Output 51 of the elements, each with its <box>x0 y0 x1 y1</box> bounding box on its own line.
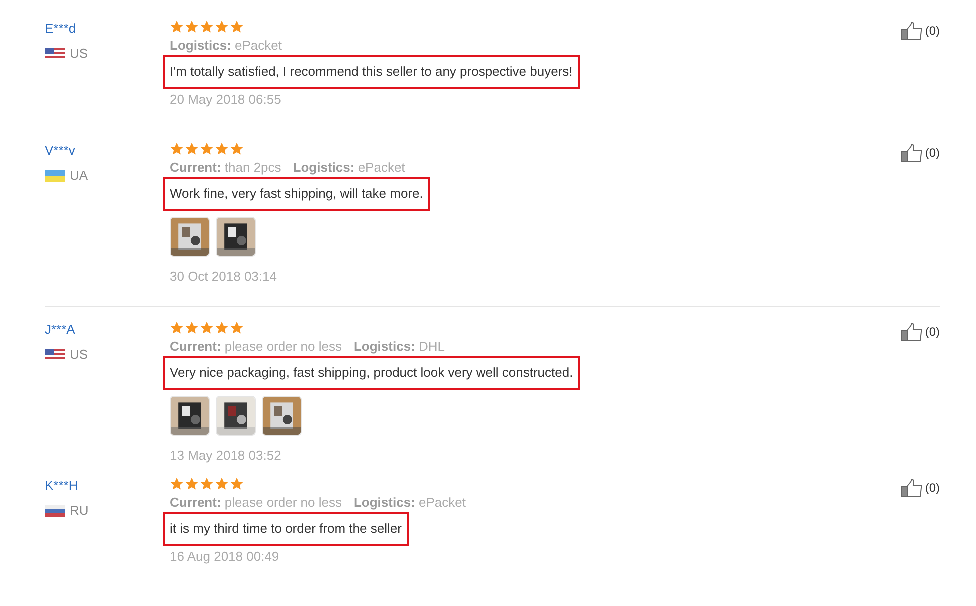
review-text: it is my third time to order from the seller <box>163 512 409 546</box>
star-icon <box>200 20 214 34</box>
star-icon <box>185 321 199 335</box>
review-text: I'm totally satisfied, I recommend this seller to any prospective buyers! <box>163 55 580 88</box>
star-icon <box>170 20 184 34</box>
star-icon <box>230 20 244 34</box>
review-date: 13 May 2018 03:52 <box>170 446 282 465</box>
star-icon <box>200 321 214 335</box>
star-icon <box>170 321 184 335</box>
reviewer-name[interactable]: K***H <box>45 477 170 495</box>
reviewer-name[interactable]: J***A <box>45 321 170 339</box>
like-count: (0) <box>925 23 940 40</box>
country-code: US <box>70 346 88 364</box>
order-info: Current: please order no less <box>170 338 342 356</box>
star-icon <box>215 477 229 491</box>
star-icon <box>230 142 244 156</box>
star-icon <box>215 142 229 156</box>
country-code: UA <box>70 167 88 185</box>
star-icon <box>185 20 199 34</box>
thumbs-up-icon[interactable] <box>901 144 924 162</box>
like-count: (0) <box>925 324 940 341</box>
star-icon <box>170 142 184 156</box>
thumbs-up-icon[interactable] <box>901 22 924 40</box>
star-icon <box>170 477 184 491</box>
star-icon <box>215 20 229 34</box>
country-code: US <box>70 45 88 63</box>
review-text: Work fine, very fast shipping, will take more. <box>163 177 430 210</box>
reviewer-name[interactable]: E***d <box>45 20 170 38</box>
review-date: 30 Oct 2018 03:14 <box>170 268 278 286</box>
review-date: 16 Aug 2018 00:49 <box>170 548 280 566</box>
star-icon <box>185 477 199 491</box>
order-info: Logistics: ePacket <box>170 37 282 55</box>
star-icon <box>230 477 244 491</box>
order-info: Logistics: DHL <box>354 338 446 356</box>
order-info: Current: please order no less <box>170 494 342 512</box>
order-info: Current: than 2pcs <box>170 159 282 177</box>
reviewer-name[interactable]: V***v <box>45 142 170 160</box>
star-icon <box>200 142 214 156</box>
star-icon <box>185 142 199 156</box>
like-count: (0) <box>925 480 940 497</box>
review-date: 20 May 2018 06:55 <box>170 90 282 109</box>
order-info: Logistics: ePacket <box>354 494 466 512</box>
star-icon <box>200 477 214 491</box>
star-icon <box>230 321 244 335</box>
order-info: Logistics: ePacket <box>293 159 406 177</box>
country-code: RU <box>70 502 89 520</box>
thumbs-up-icon[interactable] <box>901 479 924 497</box>
thumbs-up-icon[interactable] <box>901 323 924 341</box>
star-icon <box>215 321 229 335</box>
like-count: (0) <box>925 145 940 162</box>
review-text: Very nice packaging, fast shipping, product look very well constructed. <box>163 356 580 390</box>
